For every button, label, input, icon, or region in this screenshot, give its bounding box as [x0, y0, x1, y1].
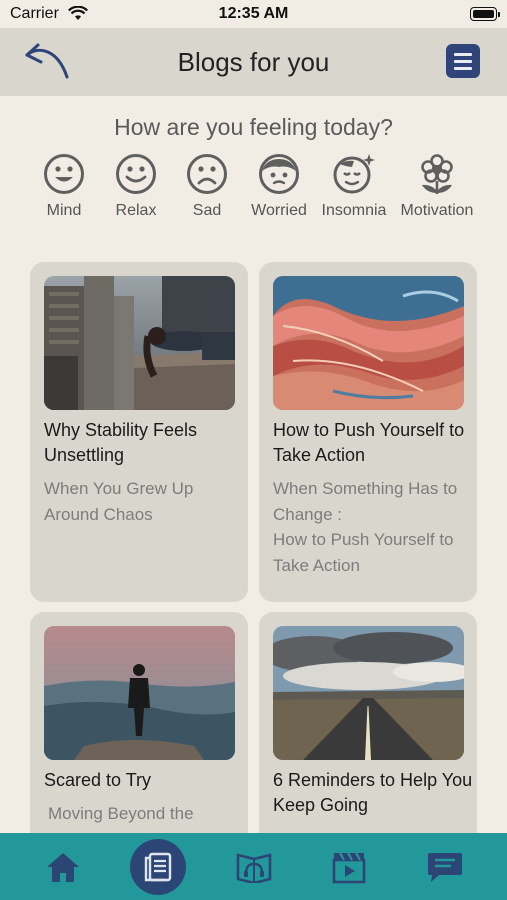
blog-card-image — [273, 276, 464, 410]
blog-card-subtitle: Moving Beyond the — [48, 804, 194, 823]
status-bar: Carrier 12:35 AM — [0, 0, 507, 28]
blog-card-subtitle: When You Grew Up Around Chaos — [44, 479, 194, 524]
blog-card-subtitle: When Something Has to Change : How to Pu… — [273, 479, 458, 575]
page-title: Blogs for you — [177, 47, 330, 77]
smile-face-icon — [44, 154, 84, 194]
blog-card-image — [273, 626, 464, 760]
mood-label: Sad — [192, 202, 222, 219]
mood-label: Insomnia — [321, 202, 387, 219]
mood-mind[interactable]: Mind — [24, 150, 104, 234]
audio-book-icon — [236, 852, 272, 883]
mood-insomnia[interactable]: Insomnia — [312, 150, 396, 234]
chat-message-icon — [428, 852, 462, 882]
video-clapper-icon — [332, 852, 366, 883]
mood-selector: Mind Relax Sad Worried Insomnia Motivati… — [0, 150, 507, 234]
blog-card-title: Why Stability Feels Unsettling — [44, 420, 198, 465]
feelings-question: How are you feeling today? — [114, 114, 393, 140]
hamburger-line — [454, 67, 472, 70]
worried-face-icon — [259, 154, 299, 194]
mood-label: Mind — [46, 202, 82, 219]
hamburger-menu-icon — [454, 53, 472, 56]
mood-relax[interactable]: Relax — [96, 150, 176, 234]
blog-card[interactable]: How to Push Yourself to Take Action When… — [259, 262, 477, 602]
man-on-cliff-photo — [44, 626, 235, 760]
hamburger-line — [454, 60, 472, 63]
empty-road-clouds-photo — [273, 626, 464, 760]
blog-card-image — [44, 626, 235, 760]
battery-icon — [470, 7, 500, 21]
header-bar: Blogs for you — [0, 28, 507, 96]
abstract-colorful-rock-photo — [273, 276, 464, 410]
clock-time: 12:35 AM — [218, 5, 289, 22]
tab-audiobooks[interactable] — [219, 833, 289, 900]
blog-card-title: Scared to Try — [44, 770, 152, 790]
blog-card-title: How to Push Yourself to Take Action — [273, 420, 465, 465]
mood-label: Worried — [251, 202, 307, 219]
mood-label: Motivation — [400, 202, 474, 219]
tab-blogs[interactable] — [123, 833, 193, 900]
mood-label: Relax — [115, 202, 157, 219]
tab-home[interactable] — [28, 833, 98, 900]
woman-on-ledge-city-photo — [44, 276, 235, 410]
blog-card-image — [44, 276, 235, 410]
insomnia-face-icon — [333, 154, 375, 194]
blog-card[interactable]: Why Stability Feels Unsettling When You … — [30, 262, 248, 602]
blog-book-icon — [144, 852, 172, 881]
mood-worried[interactable]: Worried — [239, 150, 319, 234]
mood-sad[interactable]: Sad — [167, 150, 247, 234]
mood-motivation[interactable]: Motivation — [392, 150, 482, 234]
tab-videos[interactable] — [314, 833, 384, 900]
flower-icon — [421, 154, 453, 194]
menu-button[interactable] — [446, 44, 480, 78]
home-icon — [47, 852, 79, 882]
sad-face-icon — [187, 154, 227, 194]
bottom-tab-bar — [0, 833, 507, 900]
blog-card-title: 6 Reminders to Help You Keep Going — [273, 770, 473, 815]
tab-chat[interactable] — [410, 833, 480, 900]
relax-face-icon — [116, 154, 156, 194]
